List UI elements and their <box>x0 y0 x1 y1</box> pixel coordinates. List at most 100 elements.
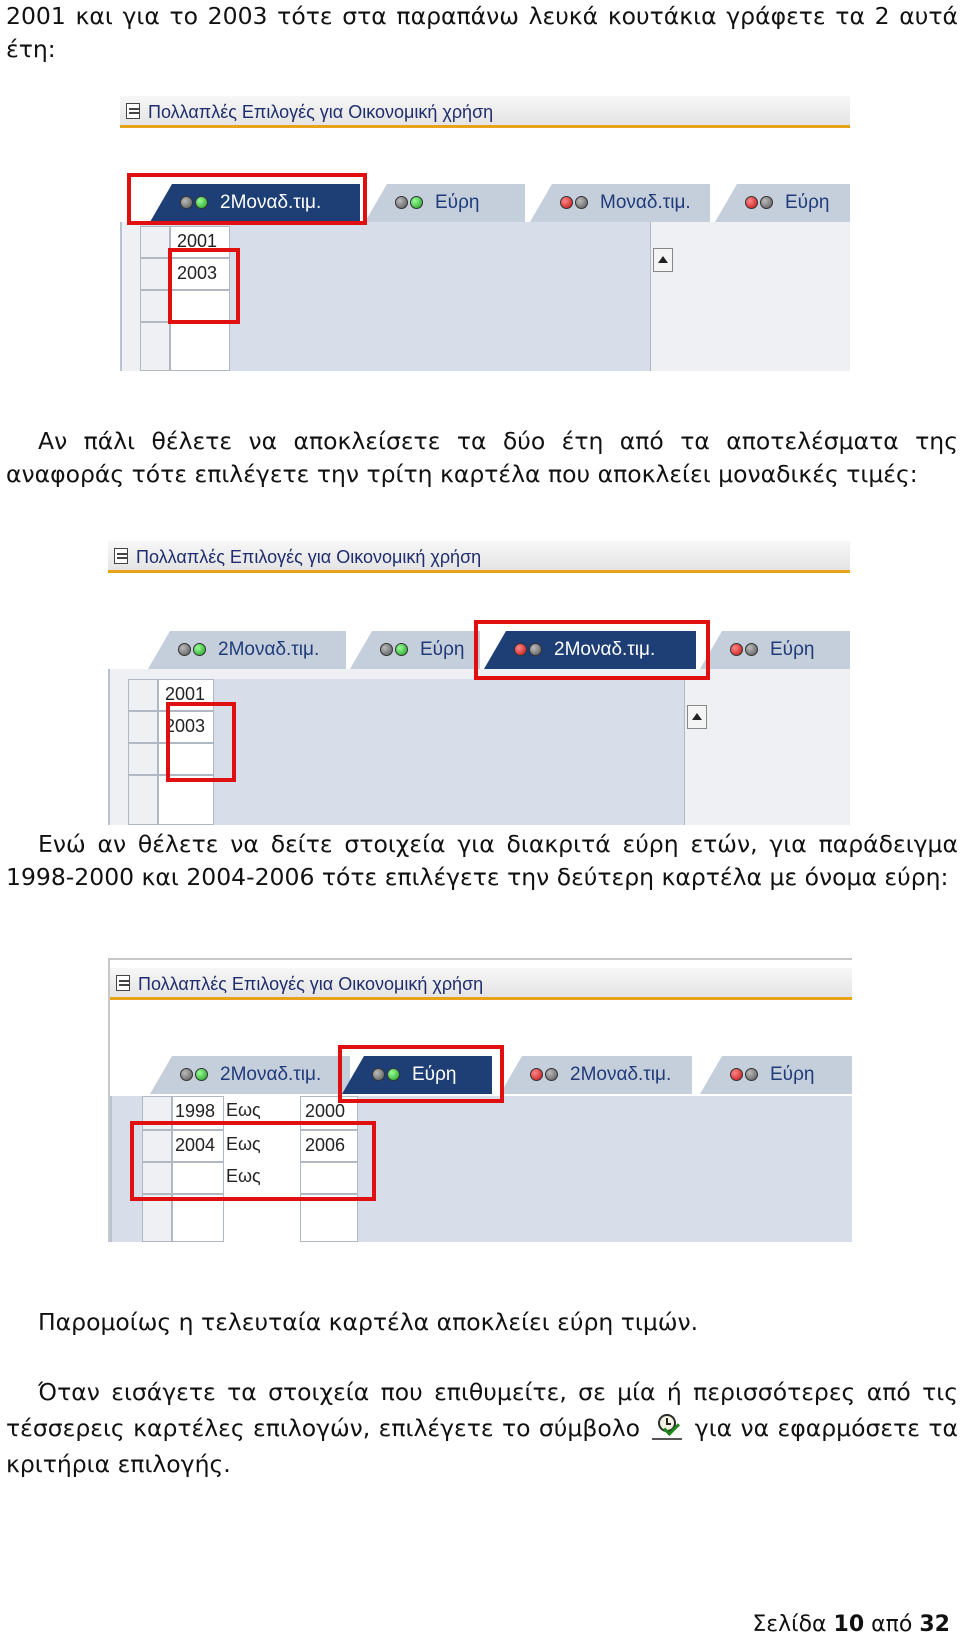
tab-exclude-single-values[interactable]: 2Μοναδ.τιμ. <box>500 1056 692 1094</box>
multiple-selection-icon <box>126 103 140 119</box>
range-to-label: Εως <box>224 1162 300 1194</box>
range-to-input[interactable] <box>300 1162 358 1194</box>
tab-single-values[interactable]: 2Μοναδ.τιμ. <box>150 184 360 222</box>
status-lights-icon <box>395 196 425 210</box>
sap-title-bar: Πολλαπλές Επιλογές για Οικονομική χρήση <box>108 541 850 573</box>
status-lights-icon <box>180 196 210 210</box>
scroll-up-icon[interactable] <box>687 705 707 729</box>
tab-exclude-single-values[interactable]: 2Μοναδ.τιμ. <box>484 631 696 669</box>
tab-single-values[interactable]: 2Μοναδ.τιμ. <box>150 1056 350 1094</box>
tab-exclude-single-values[interactable]: Μοναδ.τιμ. <box>530 184 710 222</box>
tab-label: Εύρη <box>770 1064 815 1085</box>
value-input[interactable] <box>158 775 214 825</box>
value-input[interactable] <box>170 290 230 322</box>
entry-grid: 2001 2003 <box>128 679 710 825</box>
value-input[interactable]: 2001 <box>158 679 214 711</box>
total-pages: 32 <box>919 1612 950 1637</box>
tab-label: 2Μοναδ.τιμ. <box>218 639 320 660</box>
tab-exclude-ranges[interactable]: Εύρη <box>700 1056 852 1094</box>
status-lights-icon <box>380 643 410 657</box>
current-page: 10 <box>833 1612 865 1637</box>
page-footer: Σελίδα 10 από 32 <box>752 1612 950 1637</box>
sap-title: Πολλαπλές Επιλογές για Οικονομική χρήση <box>138 974 484 994</box>
range-to-label: Εως <box>224 1130 300 1162</box>
selection-panel: 1998 Εως 2000 2004 Εως 2006 Εως <box>110 1096 852 1242</box>
status-lights-icon <box>745 196 775 210</box>
value-input[interactable] <box>170 322 230 371</box>
sap-title-bar: Πολλαπλές Επιλογές για Οικονομική χρήση <box>110 968 852 1000</box>
value-input[interactable] <box>158 743 214 775</box>
sap-title-bar: Πολλαπλές Επιλογές για Οικονομική χρήση <box>120 96 850 128</box>
range-to-input[interactable]: 2006 <box>300 1130 358 1162</box>
row-header <box>142 1130 172 1162</box>
selection-panel: 2001 2003 <box>120 222 850 371</box>
tab-exclude-ranges[interactable]: Εύρη <box>700 631 850 669</box>
row-header <box>142 1194 172 1242</box>
tab-exclude-ranges[interactable]: Εύρη <box>715 184 850 222</box>
tab-label: 2Μοναδ.τιμ. <box>570 1064 672 1085</box>
range-from-input[interactable]: 2004 <box>172 1130 224 1162</box>
footer-prefix: Σελίδα <box>752 1612 827 1637</box>
entry-grid: 2001 2003 <box>140 222 680 371</box>
paragraph-execute: Όταν εισάγετε τα στοιχεία που επιθυμείτε… <box>6 1374 958 1482</box>
range-grid: 1998 Εως 2000 2004 Εως 2006 Εως <box>142 1096 358 1242</box>
tab-ranges[interactable]: Εύρη <box>350 631 480 669</box>
row-header <box>142 1162 172 1194</box>
sap-title: Πολλαπλές Επιλογές για Οικονομική χρήση <box>136 547 482 567</box>
row-header <box>128 679 158 711</box>
multiple-selection-icon <box>116 975 130 991</box>
status-lights-icon <box>180 1068 210 1082</box>
paragraph-exclude: Αν πάλι θέλετε να αποκλείσετε τα δύο έτη… <box>6 427 958 488</box>
tab-single-values[interactable]: 2Μοναδ.τιμ. <box>148 631 346 669</box>
tab-label: Εύρη <box>785 192 830 213</box>
tab-ranges[interactable]: Εύρη <box>365 184 525 222</box>
range-from-input[interactable] <box>172 1162 224 1194</box>
row-header <box>128 743 158 775</box>
sap-screenshot-1: Πολλαπλές Επιλογές για Οικονομική χρήση … <box>120 96 850 371</box>
vertical-scrollbar[interactable] <box>650 222 680 371</box>
status-lights-icon <box>514 643 544 657</box>
tab-label: Εύρη <box>420 639 465 660</box>
paragraph-ranges: Ενώ αν θέλετε να δείτε στοιχεία για διακ… <box>6 830 958 891</box>
sap-title: Πολλαπλές Επιλογές για Οικονομική χρήση <box>148 102 494 122</box>
row-header <box>140 226 170 258</box>
range-to-label: Εως <box>224 1096 300 1130</box>
multiple-selection-icon <box>114 548 128 564</box>
tab-label: 2Μοναδ.τιμ. <box>220 1064 322 1085</box>
tab-label: 2Μοναδ.τιμ. <box>554 639 656 660</box>
tab-label: Εύρη <box>770 639 815 660</box>
status-lights-icon <box>530 1068 560 1082</box>
tab-label: 2Μοναδ.τιμ. <box>220 192 322 213</box>
row-header <box>140 258 170 290</box>
tab-strip: 2Μοναδ.τιμ. Εύρη 2Μοναδ.τιμ. Εύρη <box>110 1056 852 1098</box>
vertical-scrollbar[interactable] <box>684 679 710 825</box>
tab-label: Μοναδ.τιμ. <box>600 192 691 213</box>
value-input[interactable]: 2003 <box>170 258 230 290</box>
tab-ranges[interactable]: Εύρη <box>342 1056 492 1094</box>
value-input[interactable]: 2001 <box>170 226 230 258</box>
intro-paragraph: 2001 και για το 2003 τότε στα παραπάνω λ… <box>6 2 958 63</box>
execute-icon[interactable] <box>652 1414 683 1442</box>
tab-strip: 2Μοναδ.τιμ. Εύρη Μοναδ.τιμ. Εύρη <box>120 184 850 226</box>
tab-label: Εύρη <box>435 192 480 213</box>
sap-screenshot-2: Πολλαπλές Επιλογές για Οικονομική χρήση … <box>108 541 850 825</box>
status-lights-icon <box>730 643 760 657</box>
row-header <box>128 775 158 825</box>
tab-label: Εύρη <box>412 1064 457 1085</box>
selection-panel: 2001 2003 <box>108 669 850 825</box>
status-lights-icon <box>372 1068 402 1082</box>
row-header <box>128 711 158 743</box>
range-from-input[interactable] <box>172 1194 224 1242</box>
row-header <box>140 290 170 322</box>
scroll-up-icon[interactable] <box>653 248 673 272</box>
status-lights-icon <box>730 1068 760 1082</box>
row-header <box>140 322 170 371</box>
value-input[interactable]: 2003 <box>158 711 214 743</box>
range-from-input[interactable]: 1998 <box>172 1096 224 1130</box>
range-to-input[interactable] <box>300 1194 358 1242</box>
row-header <box>142 1096 172 1130</box>
footer-middle: από <box>871 1612 913 1637</box>
status-lights-icon <box>560 196 590 210</box>
tab-strip: 2Μοναδ.τιμ. Εύρη 2Μοναδ.τιμ. Εύρη <box>108 631 850 673</box>
range-to-input[interactable]: 2000 <box>300 1096 358 1130</box>
